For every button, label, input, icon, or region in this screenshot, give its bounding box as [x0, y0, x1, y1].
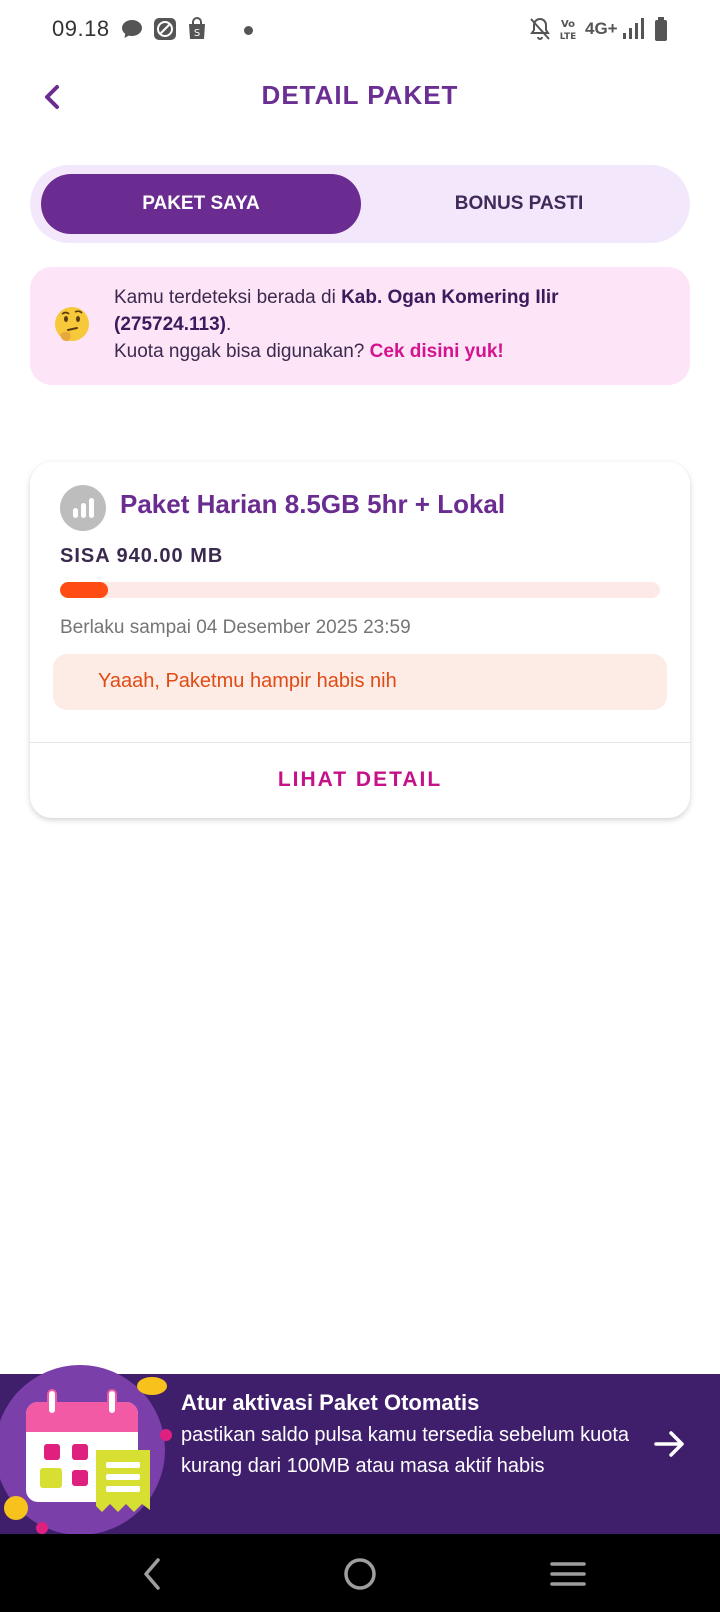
chat-bubble-icon: [122, 20, 142, 38]
calendar-illustration-icon: [0, 1365, 172, 1535]
package-card: Paket Harian 8.5GB 5hr + Lokal SISA 940.…: [30, 462, 690, 818]
low-quota-warning: Yaaah, Paketmu hampir habis nih: [53, 654, 667, 710]
system-nav-bar: [0, 1534, 720, 1612]
location-notice: Kamu terdeteksi berada di Kab. Ogan Kome…: [30, 267, 690, 385]
svg-text:LTE: LTE: [560, 32, 577, 42]
nav-recents-icon[interactable]: [546, 1552, 590, 1596]
package-remaining: SISA 940.00 MB: [60, 545, 224, 567]
network-4g-icon: 4G+: [585, 19, 618, 38]
package-tabs: PAKET SAYA BONUS PASTI: [30, 165, 690, 243]
mute-icon: [530, 17, 550, 40]
quota-progress-bar: [60, 582, 660, 598]
signal-icon: [623, 18, 644, 39]
battery-icon: [655, 17, 667, 41]
notice-line1-suffix: .: [226, 314, 232, 335]
check-here-link[interactable]: Cek disini yuk!: [370, 341, 504, 362]
low-quota-warning-text: Yaaah, Paketmu hampir habis nih: [98, 670, 397, 692]
quota-progress-fill: [60, 582, 108, 598]
signal-bars-icon: [60, 485, 106, 531]
thinking-face-icon: [55, 307, 89, 342]
nav-home-icon[interactable]: [338, 1552, 382, 1596]
notice-line2-prefix: Kuota nggak bisa digunakan?: [114, 341, 370, 362]
compass-app-icon: [154, 18, 176, 40]
tab-bonus-pasti[interactable]: BONUS PASTI: [359, 174, 679, 234]
tab-paket-saya[interactable]: PAKET SAYA: [41, 174, 361, 234]
notice-line1-prefix: Kamu terdeteksi berada di: [114, 287, 342, 308]
svg-text:S: S: [194, 28, 200, 39]
page-title: DETAIL PAKET: [261, 80, 459, 110]
nav-back-icon[interactable]: [132, 1552, 176, 1596]
status-bar: 09.18 S Vo LTE 4G+: [0, 0, 720, 62]
volte-icon: Vo LTE: [560, 19, 577, 42]
header: DETAIL PAKET: [0, 62, 720, 132]
shopping-bag-icon: S: [189, 17, 205, 39]
package-name: Paket Harian 8.5GB 5hr + Lokal: [120, 489, 506, 519]
arrow-right-icon[interactable]: [650, 1424, 690, 1464]
svg-text:Vo: Vo: [561, 19, 575, 30]
card-divider: [30, 742, 690, 743]
status-time: 09.18: [52, 16, 110, 41]
view-detail-button[interactable]: LIHAT DETAIL: [30, 744, 690, 816]
package-validity: Berlaku sampai 04 Desember 2025 23:59: [60, 617, 411, 638]
notification-dot: [244, 26, 253, 35]
notice-text: Kamu terdeteksi berada di Kab. Ogan Kome…: [114, 284, 674, 365]
promo-body: pastikan saldo pulsa kamu tersedia sebel…: [181, 1424, 630, 1477]
promo-title: Atur aktivasi Paket Otomatis: [181, 1390, 480, 1415]
